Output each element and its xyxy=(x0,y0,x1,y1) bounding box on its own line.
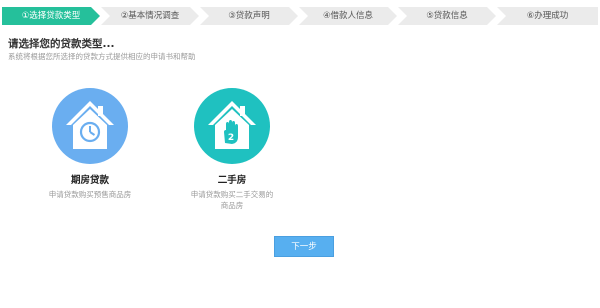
step-borrower-info: ④借款人信息 xyxy=(299,7,397,25)
step-completed: ⑥办理成功 xyxy=(497,7,598,25)
step-basic-info: ②基本情况调查 xyxy=(101,7,199,25)
step-label: ⑥办理成功 xyxy=(526,11,569,21)
step-label: ⑤贷款信息 xyxy=(426,11,468,21)
option-second-hand-house[interactable]: 2 二手房 申请贷款购买二手交易的商品房 xyxy=(187,88,277,211)
page-title: 请选择您的贷款类型... xyxy=(8,38,115,50)
option-description: 申请贷款购买预售商品房 xyxy=(48,190,132,199)
progress-steps: ①选择贷款类型 ②基本情况调查 ③贷款声明 ④借款人信息 ⑤贷款信息 ⑥办理成功 xyxy=(0,7,600,25)
step-loan-info: ⑤贷款信息 xyxy=(398,7,496,25)
option-description: 申请贷款购买二手交易的商品房 xyxy=(190,190,274,210)
option-presale-loan[interactable]: 期房贷款 申请贷款购买预售商品房 xyxy=(45,88,135,200)
next-step-button[interactable]: 下一步 xyxy=(274,236,334,257)
step-label: ①选择贷款类型 xyxy=(21,11,81,21)
svg-text:2: 2 xyxy=(228,133,234,143)
hand-2-house-icon[interactable]: 2 xyxy=(194,88,270,164)
step-label: ②基本情况调查 xyxy=(120,11,180,21)
page-subtitle: 系统将根据您所选择的贷款方式提供相应的申请书和帮助 xyxy=(8,52,196,61)
step-label: ③贷款声明 xyxy=(228,11,270,21)
step-select-loan-type: ①选择贷款类型 xyxy=(2,7,100,25)
option-title: 二手房 xyxy=(217,175,247,186)
step-loan-statement: ③贷款声明 xyxy=(200,7,298,25)
clock-house-icon[interactable] xyxy=(52,88,128,164)
option-title: 期房贷款 xyxy=(70,175,109,186)
step-label: ④借款人信息 xyxy=(322,11,374,21)
